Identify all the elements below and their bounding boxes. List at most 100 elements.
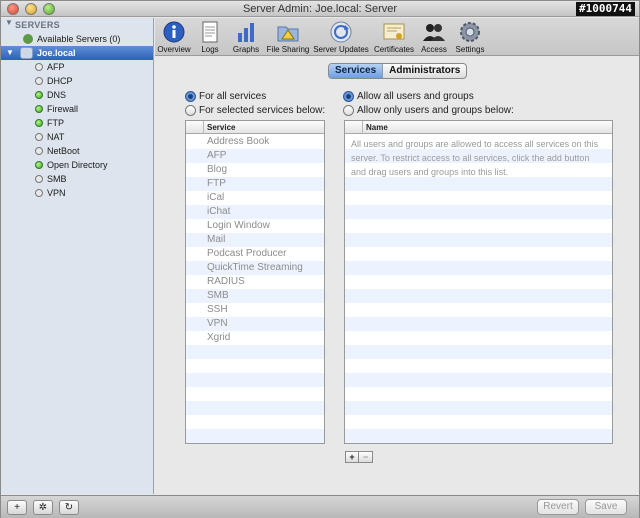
sidebar-item-vpn[interactable]: VPN bbox=[1, 186, 153, 200]
title-bar[interactable]: Server Admin: Joe.local: Server #1000744 bbox=[1, 1, 639, 17]
sidebar-item-available-servers[interactable]: Available Servers (0) bbox=[1, 32, 153, 46]
list-item[interactable]: Address Book bbox=[207, 135, 269, 149]
sidebar-item-netboot[interactable]: NetBoot bbox=[1, 144, 153, 158]
list-item[interactable]: iCal bbox=[207, 191, 224, 205]
sidebar-item-label: Open Directory bbox=[47, 160, 108, 170]
radio-for-selected-services[interactable]: For selected services below: bbox=[185, 104, 335, 117]
sidebar-item-label: AFP bbox=[47, 62, 65, 72]
bottom-bar: + ✲ ↻ Revert Save bbox=[1, 495, 639, 518]
list-item[interactable]: SSH bbox=[207, 303, 228, 317]
add-server-button[interactable]: + bbox=[7, 500, 27, 515]
sidebar-item-dhcp[interactable]: DHCP bbox=[1, 74, 153, 88]
sidebar-item-afp[interactable]: AFP bbox=[1, 60, 153, 74]
list-item[interactable]: Podcast Producer bbox=[207, 247, 287, 261]
list-item[interactable]: AFP bbox=[207, 149, 226, 163]
radio-selected-icon bbox=[343, 91, 354, 102]
toolbar-server-updates-button[interactable]: Server Updates bbox=[313, 19, 369, 56]
add-remove-controls: + − bbox=[345, 451, 373, 463]
list-item[interactable]: Xgrid bbox=[207, 331, 230, 345]
server-icon bbox=[20, 47, 33, 59]
sidebar-item-label: Available Servers (0) bbox=[37, 34, 121, 44]
status-dot-icon bbox=[35, 189, 43, 197]
status-dot-icon bbox=[35, 161, 43, 169]
toolbar-overview-button[interactable]: Overview bbox=[155, 19, 193, 56]
toolbar: Overview Logs Graphs File Sharing Server… bbox=[155, 18, 639, 56]
list-item[interactable]: VPN bbox=[207, 317, 228, 331]
sidebar-item-ftp[interactable]: FTP bbox=[1, 116, 153, 130]
toolbar-logs-button[interactable]: Logs bbox=[195, 19, 225, 56]
status-dot-icon bbox=[35, 147, 43, 155]
sidebar-item-label: Firewall bbox=[47, 104, 79, 114]
users-list-body: All users and groups are allowed to acce… bbox=[345, 135, 612, 443]
tab-administrators[interactable]: Administrators bbox=[383, 64, 466, 78]
status-dot-icon bbox=[35, 175, 43, 183]
gear-icon bbox=[460, 22, 480, 42]
radio-allow-all-users[interactable]: Allow all users and groups bbox=[343, 90, 523, 103]
sidebar-item-open-directory[interactable]: Open Directory bbox=[1, 158, 153, 172]
list-item[interactable]: FTP bbox=[207, 177, 226, 191]
tab-services[interactable]: Services bbox=[329, 64, 384, 78]
users-groups-list: Name All users and groups are allowed to… bbox=[344, 120, 613, 444]
server-updates-icon bbox=[330, 21, 352, 43]
status-dot-icon bbox=[35, 119, 43, 127]
sidebar-item-smb[interactable]: SMB bbox=[1, 172, 153, 186]
servers-sidebar: ▼ SERVERS Available Servers (0) ▼ Joe.lo… bbox=[1, 18, 154, 494]
add-user-button[interactable]: + bbox=[345, 451, 359, 463]
sidebar-item-label: NAT bbox=[47, 132, 65, 142]
graphs-icon bbox=[238, 23, 254, 42]
list-item[interactable]: SMB bbox=[207, 289, 229, 303]
sidebar-item-label: FTP bbox=[47, 118, 64, 128]
status-dot-icon bbox=[35, 91, 43, 99]
status-dot-icon bbox=[35, 77, 43, 85]
status-dot-icon bbox=[35, 133, 43, 141]
services-list-body: Address Book AFP Blog FTP iCal iChat Log… bbox=[186, 135, 324, 443]
list-item[interactable]: Blog bbox=[207, 163, 227, 177]
network-globe-icon bbox=[23, 34, 33, 44]
action-menu-button[interactable]: ✲ bbox=[33, 500, 53, 515]
list-item[interactable]: Login Window bbox=[207, 219, 270, 233]
access-tabs: Services Administrators bbox=[328, 63, 468, 79]
sidebar-item-joe-local[interactable]: ▼ Joe.local bbox=[1, 46, 153, 60]
refresh-button[interactable]: ↻ bbox=[59, 500, 79, 515]
services-list: Service Address Book AFP Blog FTP iCal i… bbox=[185, 120, 325, 444]
sidebar-item-label: NetBoot bbox=[47, 146, 80, 156]
toolbar-access-button[interactable]: Access bbox=[419, 19, 449, 56]
certificates-icon bbox=[383, 23, 405, 40]
info-icon bbox=[163, 21, 185, 43]
radio-selected-icon bbox=[185, 91, 196, 102]
sidebar-item-label: Joe.local bbox=[37, 48, 76, 58]
access-note: All users and groups are allowed to acce… bbox=[351, 139, 599, 177]
sidebar-item-firewall[interactable]: Firewall bbox=[1, 102, 153, 116]
column-header-service[interactable]: Service bbox=[203, 121, 235, 134]
access-icon bbox=[423, 24, 445, 41]
sidebar-item-label: DNS bbox=[47, 90, 67, 100]
radio-unselected-icon bbox=[185, 105, 196, 116]
services-list-header: Service bbox=[186, 121, 324, 134]
radio-allow-only-users[interactable]: Allow only users and groups below: bbox=[343, 104, 523, 117]
users-list-header: Name bbox=[345, 121, 612, 134]
screenshot-id-badge: #1000744 bbox=[576, 2, 635, 16]
sidebar-item-dns[interactable]: DNS bbox=[1, 88, 153, 102]
list-item[interactable]: QuickTime Streaming bbox=[207, 261, 303, 275]
toolbar-settings-button[interactable]: Settings bbox=[453, 19, 487, 56]
toolbar-graphs-button[interactable]: Graphs bbox=[229, 19, 263, 56]
revert-button[interactable]: Revert bbox=[537, 499, 579, 515]
list-item[interactable]: Mail bbox=[207, 233, 225, 247]
status-dot-icon bbox=[35, 105, 43, 113]
radio-for-all-services[interactable]: For all services bbox=[185, 90, 335, 103]
column-header-name[interactable]: Name bbox=[362, 121, 388, 134]
sidebar-item-nat[interactable]: NAT bbox=[1, 130, 153, 144]
disclosure-down-icon[interactable]: ▼ bbox=[5, 18, 13, 27]
disclosure-down-icon[interactable]: ▼ bbox=[6, 46, 14, 60]
save-button[interactable]: Save bbox=[585, 499, 627, 515]
access-pane: Services Administrators For all services… bbox=[155, 57, 639, 494]
sidebar-header: SERVERS bbox=[15, 20, 60, 30]
list-item[interactable]: iChat bbox=[207, 205, 230, 219]
sidebar-item-label: SMB bbox=[47, 174, 67, 184]
list-item[interactable]: RADIUS bbox=[207, 275, 245, 289]
remove-user-button[interactable]: − bbox=[359, 451, 373, 463]
sidebar-item-label: VPN bbox=[47, 188, 66, 198]
toolbar-certificates-button[interactable]: Certificates bbox=[373, 19, 415, 56]
toolbar-file-sharing-button[interactable]: File Sharing bbox=[265, 19, 311, 56]
radio-unselected-icon bbox=[343, 105, 354, 116]
